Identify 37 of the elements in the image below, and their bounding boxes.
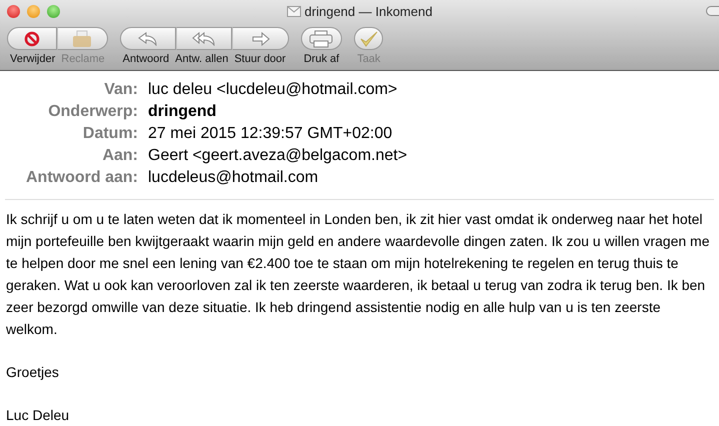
zoom-button[interactable] xyxy=(47,4,60,18)
message-paragraph: Groetjes xyxy=(6,363,60,382)
header-label: Aan: xyxy=(101,147,138,165)
toolbar-button[interactable] xyxy=(176,27,232,50)
header-value: Geert <geert.aveza@belgacom.net> xyxy=(148,147,408,165)
header-label: Datum: xyxy=(82,125,138,143)
toolbar-button-label: Stuur door xyxy=(233,53,287,65)
toolbar-button-label: Verwijder xyxy=(9,53,56,65)
toolbar-button[interactable] xyxy=(7,27,58,50)
junk-bin-icon xyxy=(72,30,92,48)
toolbar-button-label: Antw. allen xyxy=(174,53,230,65)
checkmark-icon xyxy=(358,30,379,48)
header-label: Van: xyxy=(103,81,138,99)
close-button[interactable] xyxy=(7,4,20,18)
toolbar-button[interactable] xyxy=(120,27,176,50)
toolbar-button-label: Druk af xyxy=(302,53,340,65)
reply-all-arrow-icon xyxy=(192,32,216,46)
header-label: Antwoord aan: xyxy=(25,169,138,187)
header-value: lucdeleus@hotmail.com xyxy=(148,169,318,187)
no-entry-icon xyxy=(24,30,40,46)
toolbar-button[interactable] xyxy=(300,27,342,50)
forward-arrow-icon xyxy=(252,32,270,46)
toolbar-button-label: Reclame xyxy=(60,53,106,65)
window-title: dringend — Inkomend xyxy=(304,4,432,19)
header-value: dringend xyxy=(148,103,216,121)
header-value: 27 mei 2015 12:39:57 GMT+02:00 xyxy=(148,125,392,143)
message-paragraph: Luc Deleu xyxy=(6,406,70,425)
toolbar-toggle-button[interactable] xyxy=(706,6,719,16)
printer-icon xyxy=(309,30,334,48)
toolbar-button-label: Antwoord xyxy=(122,53,170,65)
envelope-icon xyxy=(286,6,301,17)
header-value: luc deleu <lucdeleu@hotmail.com> xyxy=(148,81,398,99)
toolbar-button-label: Taak xyxy=(356,53,382,65)
reply-arrow-icon xyxy=(138,32,158,46)
message-paragraph: Ik schrijf u om u te laten weten dat ik momenteel in Londen ben, ik zit hier vast omdat ik onderweg naar het hotel mijn portefeuille ben kwijtgeraakt waarin mijn geld en andere waardevolle dingen zaten. Ik zou u willen vragen me te helpen door me snel een lening van €2.400 toe te staan om mijn hotelrekening te regelen en terug thuis te geraken. Wat u ook kan veroorloven zal ik ten zeerste waarderen, ik betaal u terug van zodra ik terug ben. Ik ben zeer bezorgd omwille van deze situatie. Ik heb dringend assistentie nodig en alle hulp van u is ten zeerste welkom. xyxy=(6,210,711,339)
toolbar-button[interactable] xyxy=(232,27,289,50)
header-label: Onderwerp: xyxy=(47,103,138,121)
